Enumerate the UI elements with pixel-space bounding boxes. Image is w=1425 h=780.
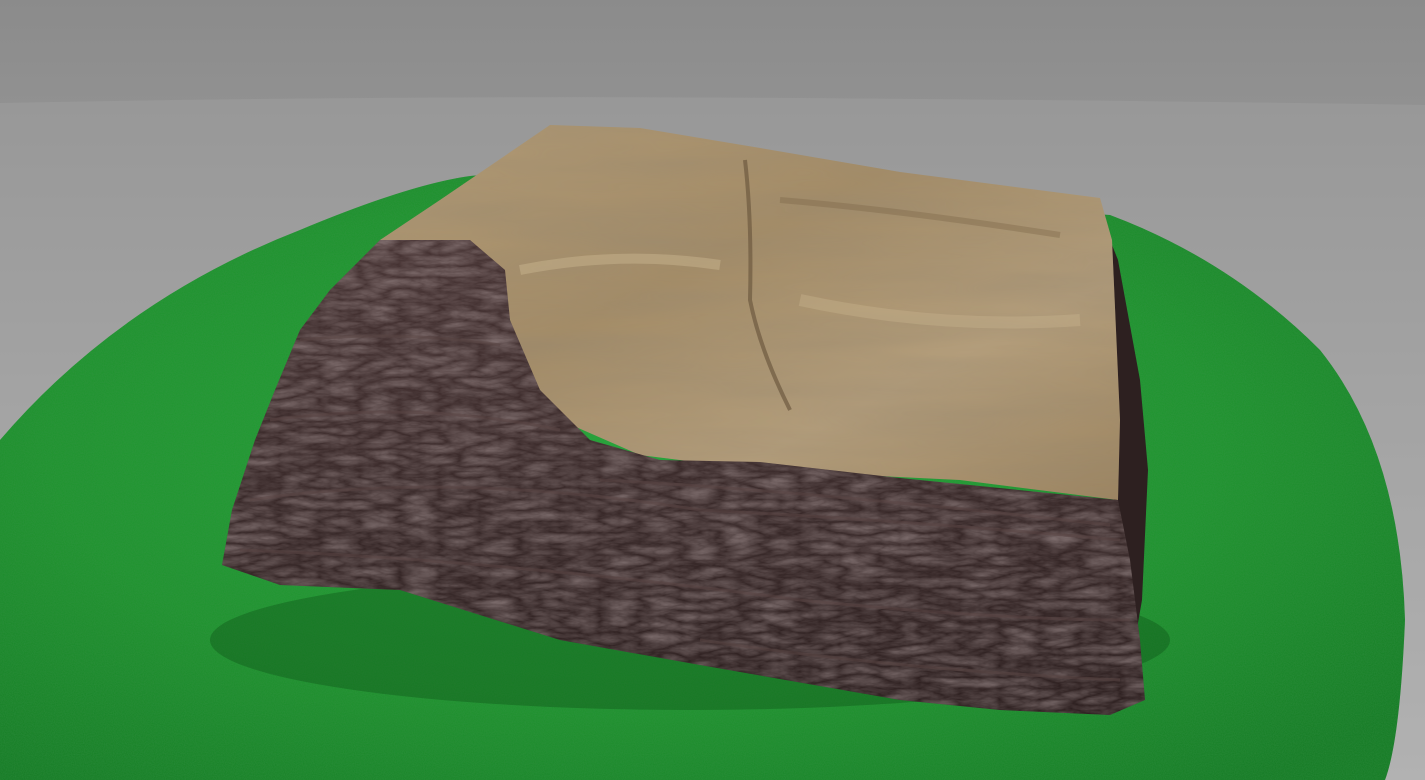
scene-render[interactable]	[0, 0, 1425, 780]
3d-viewport[interactable]	[0, 0, 1425, 780]
